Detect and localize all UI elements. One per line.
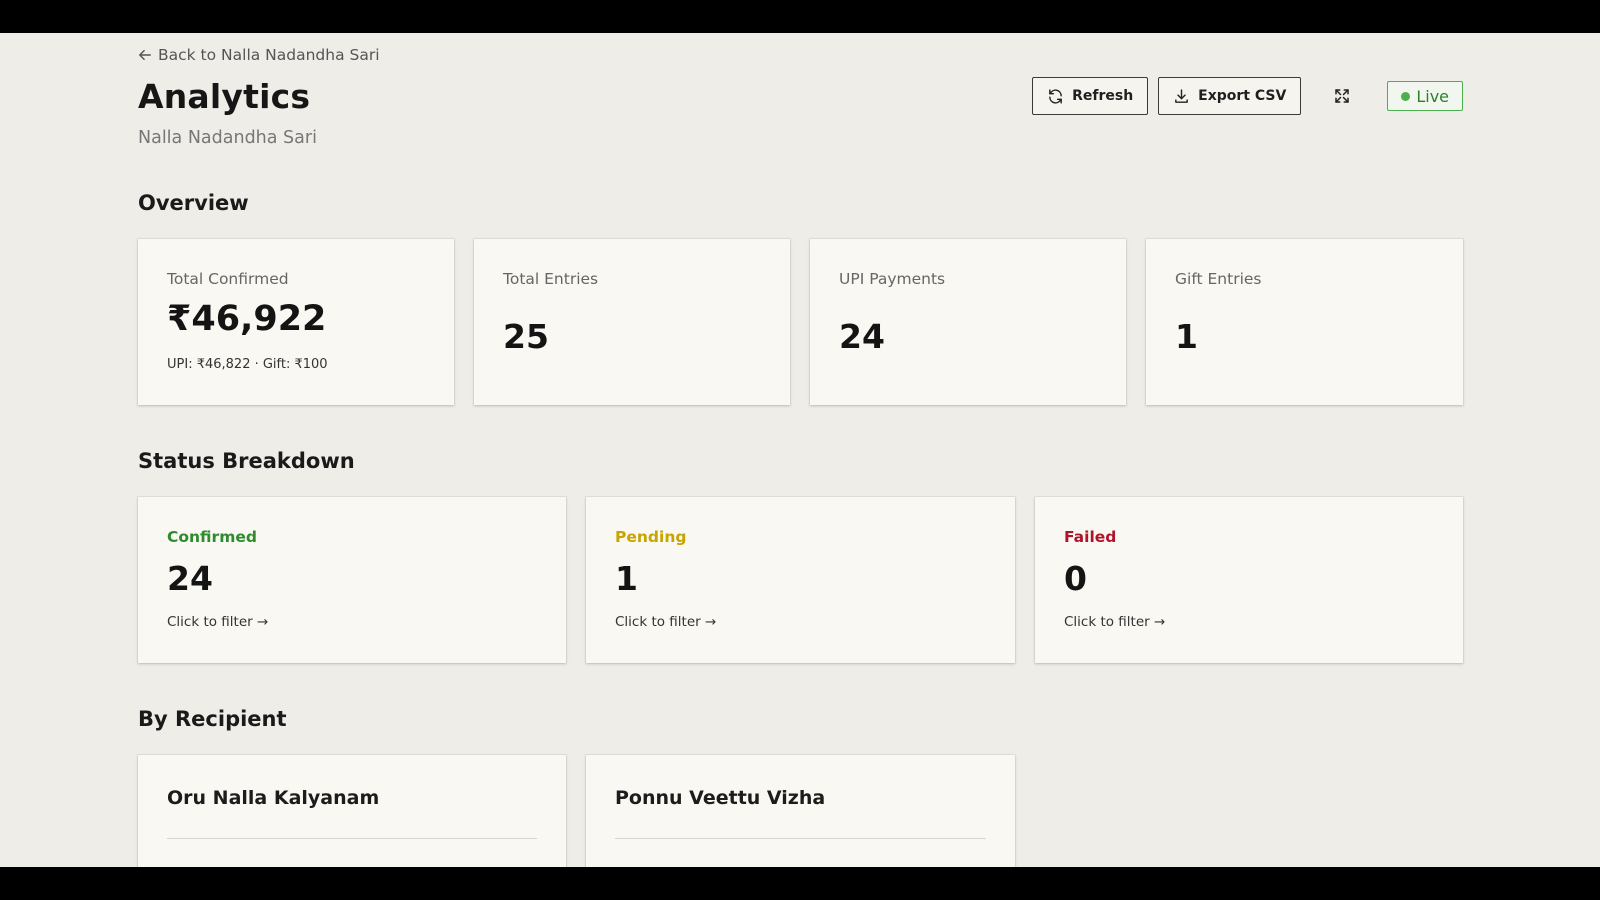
live-label: Live — [1416, 86, 1449, 106]
back-link[interactable]: Back to Nalla Nadandha Sari — [138, 46, 380, 64]
divider — [615, 838, 986, 839]
page-title: Analytics — [138, 77, 311, 116]
status-label: Failed — [1064, 528, 1117, 546]
filter-link[interactable]: Click to filter → — [615, 614, 716, 630]
divider — [167, 838, 537, 839]
status-card-pending[interactable]: Pending 1 Click to filter → — [586, 497, 1015, 663]
status-card-confirmed[interactable]: Confirmed 24 Click to filter → — [138, 497, 566, 663]
recipient-card[interactable]: Ponnu Veettu Vizha — [586, 755, 1015, 867]
overview-card-upi-payments: UPI Payments 24 — [810, 239, 1126, 405]
by-recipient-title: By Recipient — [138, 707, 287, 731]
overview-card-gift-entries: Gift Entries 1 — [1146, 239, 1463, 405]
expand-icon — [1335, 89, 1350, 103]
card-note: UPI: ₹46,822 · Gift: ₹100 — [167, 357, 328, 372]
toolbar: Refresh Export CSV Live — [1032, 77, 1463, 115]
arrow-left-icon — [139, 49, 151, 61]
export-csv-label: Export CSV — [1198, 88, 1287, 104]
card-value: 24 — [839, 317, 885, 356]
back-link-label: Back to Nalla Nadandha Sari — [158, 46, 380, 64]
card-label: Total Entries — [503, 270, 599, 288]
status-value: 24 — [167, 559, 213, 598]
overview-title: Overview — [138, 191, 249, 215]
app-window: Back to Nalla Nadandha Sari Analytics Na… — [0, 33, 1600, 867]
refresh-button[interactable]: Refresh — [1032, 77, 1149, 115]
overview-card-total-confirmed: Total Confirmed ₹46,922 UPI: ₹46,822 · G… — [138, 239, 454, 405]
recipient-name: Oru Nalla Kalyanam — [167, 787, 380, 809]
card-label: Total Confirmed — [167, 270, 289, 288]
refresh-label: Refresh — [1072, 88, 1134, 104]
card-label: Gift Entries — [1175, 270, 1262, 288]
status-label: Pending — [615, 528, 687, 546]
filter-link[interactable]: Click to filter → — [167, 614, 268, 630]
card-value: ₹46,922 — [167, 299, 327, 339]
download-icon — [1175, 88, 1189, 103]
recipient-name: Ponnu Veettu Vizha — [615, 787, 826, 809]
status-breakdown-title: Status Breakdown — [138, 449, 355, 473]
export-csv-button[interactable]: Export CSV — [1158, 77, 1302, 115]
status-label: Confirmed — [167, 528, 257, 546]
recipient-card[interactable]: Oru Nalla Kalyanam — [138, 755, 566, 867]
card-value: 25 — [503, 317, 549, 356]
filter-link[interactable]: Click to filter → — [1064, 614, 1165, 630]
card-label: UPI Payments — [839, 270, 946, 288]
card-value: 1 — [1175, 317, 1198, 356]
page-subtitle: Nalla Nadandha Sari — [138, 128, 317, 148]
live-dot-icon — [1401, 91, 1411, 101]
refresh-icon — [1049, 88, 1062, 104]
status-value: 1 — [615, 559, 638, 598]
live-badge: Live — [1387, 81, 1463, 111]
fullscreen-button[interactable] — [1323, 77, 1361, 115]
overview-card-total-entries: Total Entries 25 — [474, 239, 790, 405]
status-card-failed[interactable]: Failed 0 Click to filter → — [1035, 497, 1463, 663]
status-value: 0 — [1064, 559, 1087, 598]
